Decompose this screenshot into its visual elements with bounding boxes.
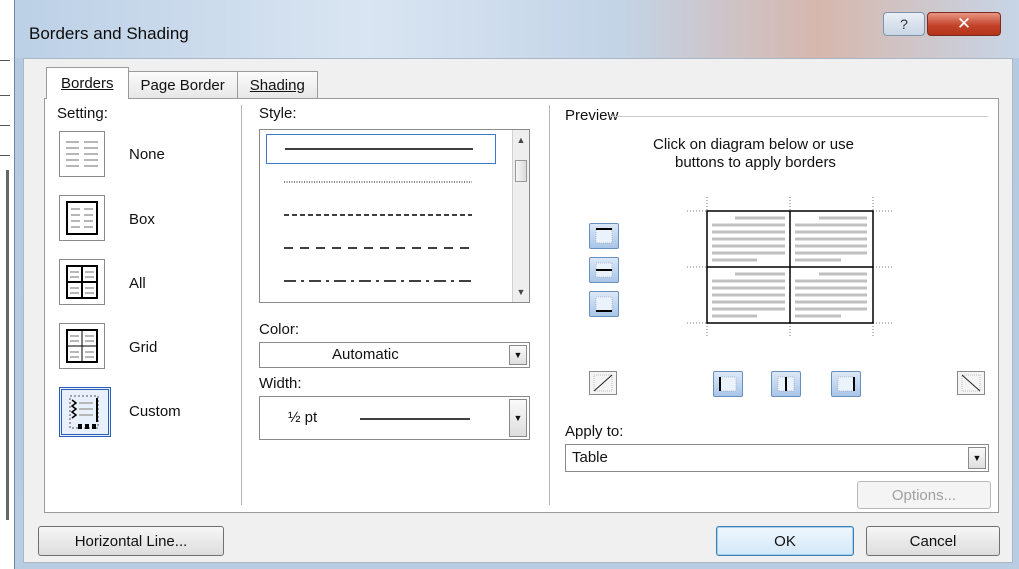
inside-horizontal-border-button[interactable]	[589, 257, 619, 283]
left-border-icon	[719, 376, 737, 392]
options-button-label: Options...	[891, 486, 957, 504]
close-button[interactable]: ✕	[927, 12, 1001, 36]
tab-shading[interactable]: Shading	[236, 71, 318, 99]
title-bar[interactable]: Borders and Shading ? ✕	[15, 0, 1019, 58]
style-label: Style:	[259, 105, 297, 122]
dialog-body: Borders Page Border Shading Setting: Non…	[23, 58, 1013, 563]
tab-label: Page Border	[140, 77, 225, 94]
scroll-down-icon[interactable]: ▼	[513, 284, 529, 300]
options-button[interactable]: Options...	[857, 481, 991, 509]
chevron-down-icon[interactable]: ▼	[509, 345, 527, 365]
color-value: Automatic	[332, 346, 399, 363]
right-border-icon	[837, 376, 855, 392]
cancel-button[interactable]: Cancel	[866, 526, 1000, 556]
style-option-dotted[interactable]	[266, 168, 496, 198]
chevron-down-icon[interactable]: ▼	[509, 399, 527, 437]
inside-vertical-border-icon	[777, 376, 795, 392]
help-button[interactable]: ?	[883, 12, 925, 36]
horizontal-line-button-label: Horizontal Line...	[74, 532, 188, 550]
tab-strip: Borders Page Border Shading	[46, 67, 318, 99]
preview-diagram[interactable]	[677, 197, 901, 337]
setting-custom-icon	[69, 395, 99, 429]
tab-label: Shading	[249, 77, 305, 94]
tab-page-border[interactable]: Page Border	[127, 71, 238, 99]
setting-custom-button[interactable]	[59, 387, 111, 437]
horizontal-line-button[interactable]: Horizontal Line...	[38, 526, 224, 556]
setting-none-label: None	[129, 146, 165, 163]
inside-vertical-border-button[interactable]	[771, 371, 801, 397]
setting-grid-button[interactable]	[59, 323, 105, 369]
diagonal-up-icon	[593, 374, 613, 392]
setting-label: Setting:	[57, 105, 108, 122]
preview-rule	[610, 116, 988, 117]
diagonal-down-icon	[961, 374, 981, 392]
color-dropdown[interactable]: Automatic ▼	[259, 342, 530, 368]
ok-button-label: OK	[774, 532, 796, 550]
width-value: ½ pt	[288, 409, 318, 426]
dialog-title: Borders and Shading	[29, 24, 189, 43]
help-icon: ?	[900, 16, 908, 32]
diagonal-up-border-button[interactable]	[589, 371, 617, 395]
setting-box-label: Box	[129, 211, 155, 228]
ok-button[interactable]: OK	[716, 526, 854, 556]
preview-hint-line2: buttons to apply borders	[675, 154, 836, 171]
close-icon: ✕	[956, 14, 972, 33]
inside-horizontal-border-icon	[595, 262, 613, 278]
borders-tab-panel: Setting: None Box All Grid Custom Style:…	[44, 98, 999, 513]
apply-to-label: Apply to:	[565, 423, 624, 440]
setting-box-icon	[66, 201, 98, 235]
apply-to-value: Table	[572, 449, 608, 466]
scroll-up-icon[interactable]: ▲	[513, 132, 529, 148]
top-border-button[interactable]	[589, 223, 619, 249]
width-label: Width:	[259, 375, 302, 392]
width-line-sample	[360, 418, 470, 420]
width-dropdown[interactable]: ½ pt ▼	[259, 396, 530, 440]
style-option-dash-dot[interactable]	[266, 267, 496, 297]
setting-none-button[interactable]	[59, 131, 105, 177]
tab-label: Borders	[61, 75, 114, 92]
style-list[interactable]: ▲ ▼	[259, 129, 530, 303]
bottom-border-button[interactable]	[589, 291, 619, 317]
diagonal-down-border-button[interactable]	[957, 371, 985, 395]
left-border-button[interactable]	[713, 371, 743, 397]
top-border-icon	[595, 228, 613, 244]
setting-none-icon	[66, 141, 98, 167]
style-option-dashed-small[interactable]	[266, 201, 496, 231]
setting-style-divider	[241, 105, 242, 505]
style-preview-divider	[549, 105, 550, 505]
setting-all-icon	[66, 265, 98, 299]
setting-custom-label: Custom	[129, 403, 181, 420]
style-list-scrollbar[interactable]: ▲ ▼	[512, 130, 529, 302]
scroll-thumb[interactable]	[515, 160, 527, 182]
setting-box-button[interactable]	[59, 195, 105, 241]
chevron-down-icon[interactable]: ▼	[968, 447, 986, 469]
background-document-edge	[0, 0, 14, 569]
tab-borders[interactable]: Borders	[46, 67, 129, 99]
apply-to-dropdown[interactable]: Table ▼	[565, 444, 989, 472]
color-label: Color:	[259, 321, 300, 338]
setting-grid-icon	[66, 329, 98, 363]
right-border-button[interactable]	[831, 371, 861, 397]
preview-hint-line1: Click on diagram below or use	[653, 136, 854, 153]
style-option-solid[interactable]	[266, 134, 496, 164]
setting-all-button[interactable]	[59, 259, 105, 305]
setting-grid-label: Grid	[129, 339, 158, 356]
cancel-button-label: Cancel	[909, 532, 957, 550]
bottom-border-icon	[595, 296, 613, 312]
style-option-dashed-large[interactable]	[266, 234, 496, 264]
borders-and-shading-dialog: Borders and Shading ? ✕ Borders Page Bor…	[14, 0, 1019, 569]
setting-all-label: All	[129, 275, 146, 292]
